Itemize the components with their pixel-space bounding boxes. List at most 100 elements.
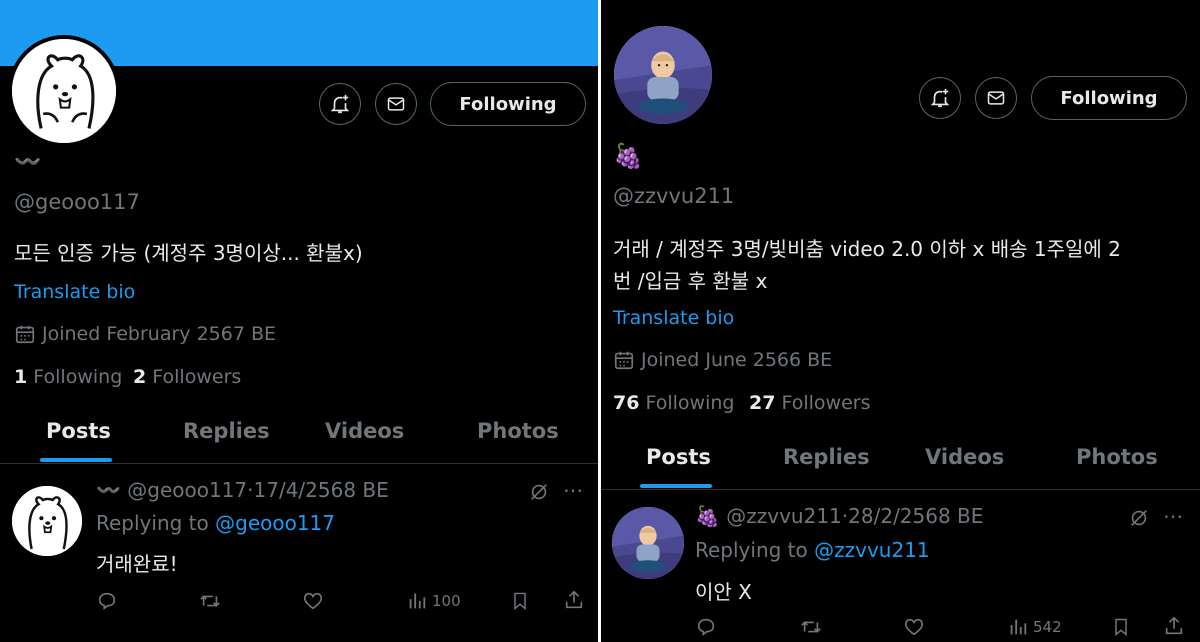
mute-icon <box>1131 510 1147 526</box>
views-icon <box>409 593 426 609</box>
profile-bio: 모든 인증 가능 (계정주 3명이상... 환불x) <box>14 241 363 265</box>
notify-button[interactable] <box>319 83 361 125</box>
post-avatar[interactable] <box>612 507 684 579</box>
followers-count: 27 <box>749 392 776 414</box>
tab-posts[interactable]: Posts <box>646 445 711 469</box>
replying-prefix: Replying to <box>695 538 808 562</box>
like-button[interactable] <box>302 590 324 612</box>
following-button[interactable]: Following <box>430 82 586 126</box>
views-icon <box>1010 619 1027 635</box>
tab-replies[interactable]: Replies <box>183 419 270 443</box>
calendar-icon <box>614 351 634 370</box>
share-button[interactable] <box>563 589 585 611</box>
bear-avatar-image <box>12 486 82 556</box>
reply-button[interactable] <box>695 616 717 638</box>
post-text: 이안 X <box>695 580 752 604</box>
retweet-icon <box>200 595 220 607</box>
more-button[interactable]: ⋯ <box>1163 504 1184 528</box>
more-icon: ⋯ <box>563 478 584 502</box>
more-button[interactable]: ⋯ <box>563 478 584 502</box>
notify-button[interactable] <box>919 77 961 119</box>
post-mute-icon-wrap[interactable] <box>528 481 550 507</box>
cartoon-man-avatar-image <box>612 507 684 579</box>
followers-stat[interactable]: 27 Followers <box>749 392 871 414</box>
following-stat[interactable]: 1 Following <box>14 366 122 388</box>
profile-avatar[interactable] <box>8 35 120 147</box>
post-header: 🍇 @zzvvu211·28/2/2568 BE <box>695 504 983 528</box>
display-name: 〰️ <box>14 150 42 175</box>
following-stat[interactable]: 76 Following <box>613 392 734 414</box>
bookmark-button[interactable] <box>1111 616 1131 638</box>
like-button[interactable] <box>903 616 925 638</box>
joined-date: Joined February 2567 BE <box>14 323 276 345</box>
views-button[interactable]: 542 <box>1007 616 1062 638</box>
post-date: ·28/2/2568 BE <box>841 504 984 528</box>
profile-handle: @geooo117 <box>14 190 140 214</box>
display-name: 🍇 <box>613 142 643 170</box>
post-author-name[interactable]: 〰️ <box>96 478 121 502</box>
bell-plus-icon <box>930 88 950 108</box>
joined-date: Joined June 2566 BE <box>613 349 832 371</box>
joined-text: Joined June 2566 BE <box>641 349 833 371</box>
profile-handle: @zzvvu211 <box>613 184 735 208</box>
reply-button[interactable] <box>96 590 118 612</box>
followers-label: Followers <box>152 366 242 388</box>
profile-bio-line-1: 거래 / 계정주 3명/빛비춤 video 2.0 이하 x 배송 1주일에 2 <box>613 237 1121 261</box>
mail-icon <box>987 91 1005 105</box>
translate-bio-link[interactable]: Translate bio <box>14 281 135 303</box>
tab-videos[interactable]: Videos <box>925 445 1004 469</box>
profile-panel-right: Following 🍇 @zzvvu211 거래 / 계정주 3명/빛비춤 vi… <box>601 0 1200 642</box>
post-author-handle[interactable]: @geooo117 <box>127 478 247 502</box>
calendar-icon <box>15 325 35 344</box>
like-icon <box>303 592 323 610</box>
profile-bio-line-2: 번 /입금 후 환불 x <box>613 269 768 293</box>
views-count: 100 <box>432 592 461 610</box>
post-avatar[interactable] <box>12 486 82 556</box>
views-button[interactable]: 100 <box>406 590 461 612</box>
following-button[interactable]: Following <box>1031 76 1187 120</box>
tabs-divider <box>0 463 598 464</box>
retweet-button[interactable] <box>198 590 222 612</box>
post-mute-icon-wrap[interactable] <box>1128 507 1150 533</box>
replying-to: Replying to @geooo117 <box>96 511 335 535</box>
views-count: 542 <box>1033 618 1062 636</box>
mail-icon <box>387 97 405 111</box>
reply-icon <box>697 618 715 636</box>
replying-to-handle[interactable]: @zzvvu211 <box>814 538 930 562</box>
share-button[interactable] <box>1163 615 1185 637</box>
replying-prefix: Replying to <box>96 511 209 535</box>
retweet-button[interactable] <box>799 616 823 638</box>
tab-posts[interactable]: Posts <box>46 419 111 443</box>
profile-avatar[interactable] <box>612 24 714 126</box>
profile-panel-left: Following 〰️ @geooo117 모든 인증 가능 (계정주 3명이… <box>0 0 598 642</box>
bear-avatar-image <box>12 39 116 143</box>
message-button[interactable] <box>975 77 1017 119</box>
followers-stat[interactable]: 2 Followers <box>133 366 241 388</box>
translate-bio-link[interactable]: Translate bio <box>613 307 734 329</box>
reply-icon <box>98 592 116 610</box>
replying-to: Replying to @zzvvu211 <box>695 538 930 562</box>
post-author-name[interactable]: 🍇 <box>695 504 720 528</box>
mute-icon <box>531 484 547 500</box>
share-icon <box>1165 616 1183 635</box>
bookmark-icon <box>1115 618 1127 637</box>
tab-replies[interactable]: Replies <box>783 445 870 469</box>
following-count: 1 <box>14 366 28 388</box>
followers-label: Followers <box>781 392 871 414</box>
more-icon: ⋯ <box>1163 504 1184 528</box>
message-button[interactable] <box>375 83 417 125</box>
tab-videos[interactable]: Videos <box>325 419 404 443</box>
post-date: ·17/4/2568 BE <box>247 478 389 502</box>
cartoon-man-avatar-image <box>614 26 712 124</box>
share-icon <box>565 590 583 609</box>
bookmark-button[interactable] <box>510 590 530 612</box>
following-label: Following <box>33 366 123 388</box>
post-author-handle[interactable]: @zzvvu211 <box>726 504 842 528</box>
retweet-icon <box>801 621 821 633</box>
tab-photos[interactable]: Photos <box>477 419 559 443</box>
following-count: 76 <box>613 392 640 414</box>
post-header: 〰️ @geooo117·17/4/2568 BE <box>96 478 389 502</box>
replying-to-handle[interactable]: @geooo117 <box>215 511 335 535</box>
tab-photos[interactable]: Photos <box>1076 445 1158 469</box>
like-icon <box>904 618 924 636</box>
